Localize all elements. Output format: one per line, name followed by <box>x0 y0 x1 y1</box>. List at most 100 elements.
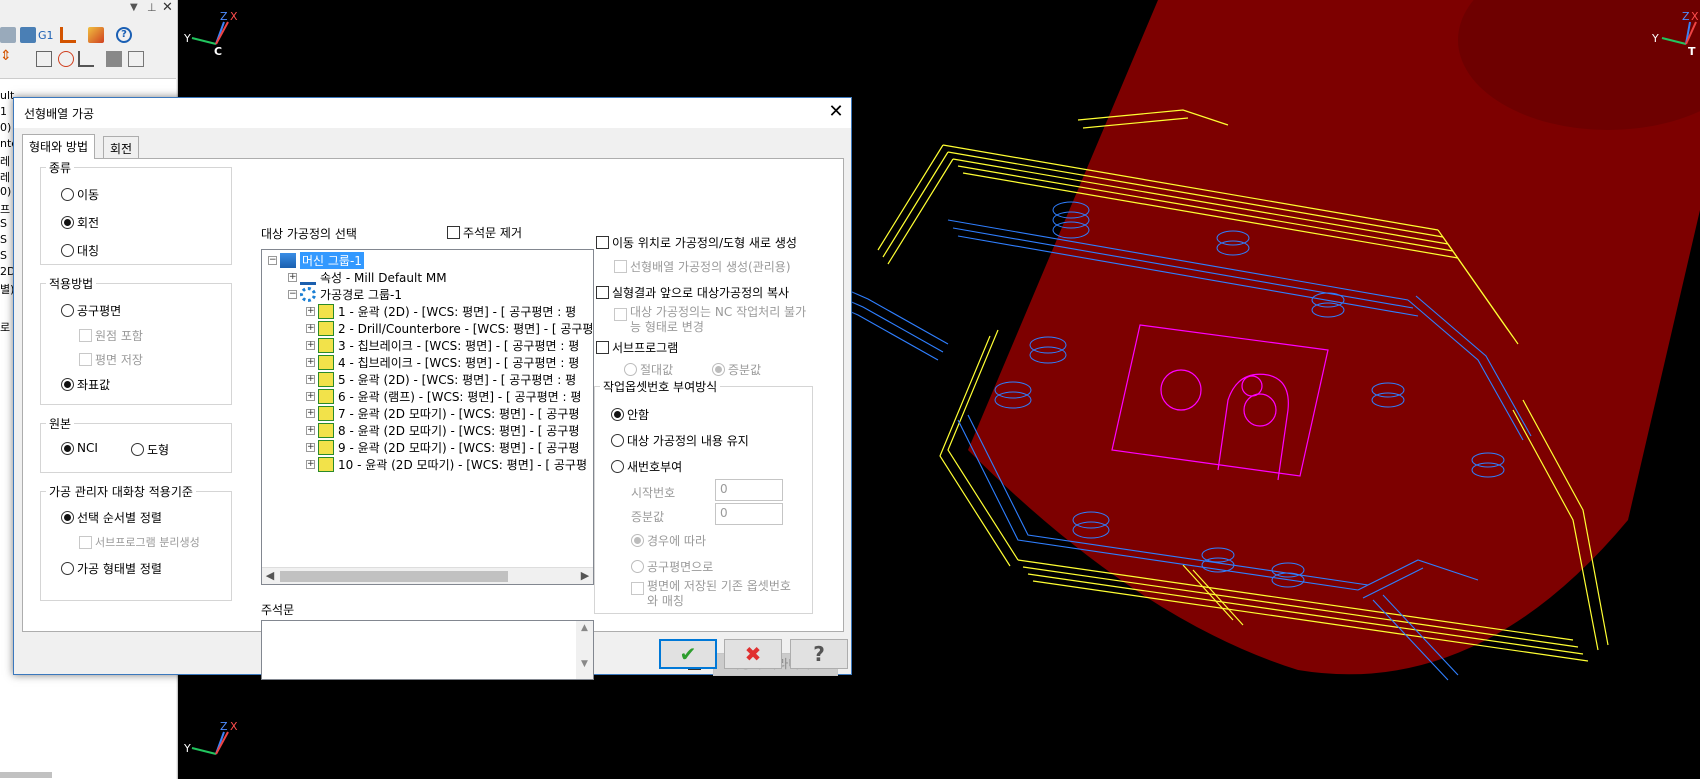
radio-label: 좌표값 <box>77 378 111 392</box>
select-icon[interactable] <box>36 51 52 67</box>
collapse-icon[interactable]: − <box>268 256 277 265</box>
scroll-left-icon[interactable]: ◀ <box>262 569 278 582</box>
radio-mirror[interactable]: 대칭 <box>61 242 99 259</box>
check-remove-comment[interactable]: 주석문 제거 <box>447 224 522 241</box>
check-include-origin[interactable]: 원점 포함 <box>79 327 143 344</box>
insert-icon[interactable] <box>78 51 94 67</box>
radio-sort-type[interactable]: 가공 형태별 정렬 <box>61 560 162 577</box>
comment-textarea[interactable]: ▲ ▼ <box>261 620 594 680</box>
group-label: 가공 관리자 대화창 적용기준 <box>46 483 196 500</box>
radio-sort-selection[interactable]: 선택 순서별 정렬 <box>61 509 162 526</box>
post-icon[interactable] <box>60 27 76 43</box>
highfeed-icon[interactable] <box>88 27 104 43</box>
radio-nci[interactable]: NCI <box>61 441 98 455</box>
radio-coordinates[interactable]: 좌표값 <box>61 376 110 393</box>
radio-none[interactable]: 안함 <box>611 406 649 423</box>
radio-by-case[interactable]: 경우에 따라 <box>631 532 706 549</box>
tree-node-op[interactable]: +3 - 칩브레이크 - [WCS: 평면] - [ 공구평면 : 평 <box>306 337 579 354</box>
expand-icon[interactable]: + <box>306 392 315 401</box>
radio-rotate[interactable]: 회전 <box>61 214 99 231</box>
view-gnomon-top-right: Y Z X T <box>1630 8 1700 58</box>
operation-folder-icon <box>318 304 334 319</box>
expand-icon[interactable]: + <box>306 443 315 452</box>
radio-tool-plane[interactable]: 공구평면 <box>61 302 121 319</box>
tree-node-op[interactable]: +1 - 윤곽 (2D) - [WCS: 평면] - [ 공구평면 : 평 <box>306 303 576 320</box>
radio-renumber[interactable]: 새번호부여 <box>611 458 682 475</box>
comment-label: 주석문 <box>261 603 295 617</box>
expand-icon[interactable]: + <box>306 307 315 316</box>
expand-icon[interactable]: + <box>306 324 315 333</box>
check-create-mgmt[interactable]: 선형배열 가공정의 생성(관리용) <box>614 258 791 275</box>
lock-icon[interactable] <box>58 51 74 67</box>
tree-node-op[interactable]: +9 - 윤곽 (2D 모따기) - [WCS: 평면] - [ 공구평 <box>306 439 579 456</box>
scroll-right-icon[interactable]: ▶ <box>577 569 593 582</box>
collapse-icon[interactable]: − <box>288 290 297 299</box>
scroll-up-icon[interactable]: ▲ <box>576 623 593 633</box>
check-save-plane[interactable]: 평면 저장 <box>79 351 143 368</box>
tree-node-toolpath-group[interactable]: − 가공경로 그룹-1 <box>288 286 402 303</box>
expand-icon[interactable]: + <box>306 341 315 350</box>
toggle-icon[interactable] <box>106 51 122 67</box>
tree-horizontal-scrollbar[interactable]: ◀ ▶ <box>262 567 593 584</box>
expand-icon[interactable]: + <box>306 358 315 367</box>
tree-node-op[interactable]: +8 - 윤곽 (2D 모따기) - [WCS: 평면] - [ 공구평 <box>306 422 579 439</box>
tab-shape-method[interactable]: 형태와 방법 <box>22 134 96 159</box>
target-label: 대상 가공정의 선택 <box>261 227 357 241</box>
scroll-thumb[interactable] <box>280 571 508 582</box>
radio-by-tool-plane[interactable]: 공구평면으로 <box>631 558 713 575</box>
check-new-at-move[interactable]: 이동 위치로 가공정의/도형 새로 생성 <box>596 234 797 251</box>
layers-icon[interactable] <box>20 27 36 43</box>
check-change-type[interactable]: 대상 가공정의는 NC 작업처리 불가능 형태로 변경 <box>614 305 810 335</box>
toolpath-icon[interactable] <box>0 27 16 43</box>
check-match-saved[interactable]: 평면에 저장된 기존 옵셋번호와 매칭 <box>631 579 801 609</box>
tab-rotation[interactable]: 회전 <box>103 136 140 158</box>
tree-node-op[interactable]: +10 - 윤곽 (2D 모따기) - [WCS: 평면] - [ 공구평 <box>306 456 587 473</box>
tree-node-op[interactable]: +7 - 윤곽 (2D 모따기) - [WCS: 평면] - [ 공구평 <box>306 405 579 422</box>
view-label: T <box>1688 45 1696 58</box>
expand-icon[interactable]: + <box>306 409 315 418</box>
tree-node-op[interactable]: +4 - 칩브레이크 - [WCS: 평면] - [ 공구평면 : 평 <box>306 354 579 371</box>
expand-icon[interactable]: + <box>306 375 315 384</box>
axis-label-z: Z <box>1682 10 1690 23</box>
node-label: 6 - 윤곽 (램프) - [WCS: 평면] - [ 공구평면 : 평 <box>338 390 582 404</box>
increment-label: 증분값 <box>631 510 665 524</box>
check-copy-source[interactable]: 실형결과 앞으로 대상가공정의 복사 <box>596 284 789 301</box>
close-icon[interactable]: ✕ <box>162 0 178 16</box>
start-number-input[interactable]: 0 <box>715 479 783 501</box>
radio-absolute[interactable]: 절대값 <box>624 361 673 378</box>
node-label: 머신 그룹-1 <box>300 252 364 269</box>
increment-input[interactable]: 0 <box>715 503 783 525</box>
expand-icon[interactable]: + <box>306 460 315 469</box>
pin-icon[interactable]: ⊥ <box>147 1 163 17</box>
expand-icon[interactable]: + <box>288 273 297 282</box>
close-button[interactable]: ✕ <box>821 98 851 128</box>
help-button[interactable]: ? <box>790 639 848 669</box>
tree-node-properties[interactable]: + 속성 - Mill Default MM <box>288 269 447 286</box>
g1-icon[interactable]: G1 <box>38 29 54 45</box>
radio-label: 선택 순서별 정렬 <box>77 511 162 525</box>
scroll-down-icon[interactable]: ▼ <box>576 659 593 669</box>
tree-node-machine-group[interactable]: − 머신 그룹-1 <box>268 252 364 269</box>
move-updown-icon[interactable]: ⇕ <box>0 48 16 64</box>
tree-hscroll-thumb[interactable] <box>0 772 52 778</box>
tree-node-op[interactable]: +6 - 윤곽 (램프) - [WCS: 평면] - [ 공구평면 : 평 <box>306 388 581 405</box>
comment-scrollbar[interactable]: ▲ ▼ <box>576 621 593 679</box>
check-subprogram-split[interactable]: 서브프로그램 분리생성 <box>79 534 200 550</box>
help-icon[interactable]: ? <box>116 27 132 43</box>
radio-geometry[interactable]: 도형 <box>131 441 169 458</box>
ok-button[interactable]: ✔ <box>659 639 717 669</box>
operations-tree[interactable]: − 머신 그룹-1 + 속성 - Mill Default MM − 가공경로 … <box>261 249 594 585</box>
tree-node-op[interactable]: +5 - 윤곽 (2D) - [WCS: 평면] - [ 공구평면 : 평 <box>306 371 576 388</box>
tree-node-op[interactable]: +2 - Drill/Counterbore - [WCS: 평면] - [ 공… <box>306 320 593 337</box>
dialog-titlebar[interactable]: 선형배열 가공 ✕ <box>14 98 851 128</box>
radio-incremental[interactable]: 증분값 <box>712 361 761 378</box>
properties-icon <box>300 270 316 285</box>
dropdown-arrow-icon[interactable]: ▼ <box>130 2 146 18</box>
expand-icon[interactable]: + <box>306 426 315 435</box>
cancel-button[interactable]: ✖ <box>724 639 782 669</box>
radio-keep-source[interactable]: 대상 가공정의 내용 유지 <box>611 432 749 449</box>
radio-move[interactable]: 이동 <box>61 186 99 203</box>
check-subprogram[interactable]: 서브프로그램 <box>596 339 678 356</box>
check-label: 평면에 저장된 기존 옵셋번호와 매칭 <box>647 579 791 608</box>
display-icon[interactable] <box>128 51 144 67</box>
